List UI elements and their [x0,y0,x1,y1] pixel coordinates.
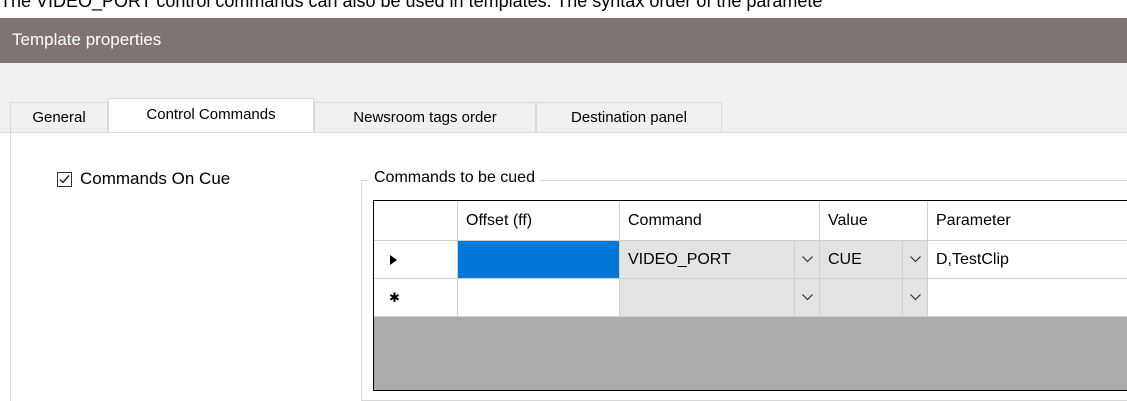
row-pointer-icon [390,255,397,265]
column-header-command[interactable]: Command [620,201,820,241]
commands-grid: Offset (ff) Command Value Parameter VIDE… [373,200,1127,391]
commands-group-title: Commands to be cued [369,169,540,187]
cell-offset-row1[interactable] [458,241,620,279]
cell-offset-row2[interactable] [458,279,620,317]
tab-general[interactable]: General [10,102,108,132]
panel-border [10,132,11,401]
tab-newsroom-tags-order[interactable]: Newsroom tags order [314,102,536,132]
column-header-command-label: Command [628,212,702,229]
column-header-parameter[interactable]: Parameter [928,201,1127,241]
column-header-offset-label: Offset (ff) [466,212,533,229]
row-header-current[interactable] [374,241,458,279]
tab-control-commands[interactable]: Control Commands [108,98,314,132]
commands-on-cue-label: Commands On Cue [80,169,231,188]
cell-command-row1[interactable]: VIDEO_PORT [620,241,820,279]
chevron-down-icon [802,256,813,263]
tab-newsroom-tags-order-label: Newsroom tags order [353,109,497,126]
value-dropdown-button-row1[interactable] [902,241,927,278]
tab-control-commands-label: Control Commands [146,106,276,123]
column-header-value-label: Value [828,212,868,229]
cell-command-row2[interactable] [620,279,820,317]
tab-destination-panel-label: Destination panel [571,109,687,126]
cell-value-row1-text: CUE [828,251,862,268]
row-header-new[interactable]: ✱ [374,279,458,317]
cell-parameter-row2[interactable] [928,279,1127,317]
cell-parameter-row1-text: D,TestClip [936,251,1009,268]
window-title: Template properties [12,30,162,49]
tab-general-label: General [32,109,86,126]
checkmark-icon [59,175,70,184]
asterisk-icon: ✱ [389,290,400,305]
cell-command-row1-text: VIDEO_PORT [628,251,731,268]
cell-parameter-row1[interactable]: D,TestClip [928,241,1127,279]
grid-corner-header [374,201,458,241]
tab-destination-panel[interactable]: Destination panel [536,102,722,132]
command-dropdown-button-row1[interactable] [794,241,819,278]
column-header-parameter-label: Parameter [936,212,1011,229]
value-dropdown-button-row2[interactable] [902,279,927,316]
cell-value-row2[interactable] [820,279,928,317]
column-header-value[interactable]: Value [820,201,928,241]
commands-on-cue-checkbox[interactable] [57,172,72,187]
chevron-down-icon [910,294,921,301]
document-text: The VIDEO_PORT control commands can also… [0,0,823,11]
chevron-down-icon [910,256,921,263]
window-titlebar: Template properties [0,18,1127,63]
column-header-offset[interactable]: Offset (ff) [458,201,620,241]
command-dropdown-button-row2[interactable] [794,279,819,316]
cell-value-row1[interactable]: CUE [820,241,928,279]
document-text-strip: The VIDEO_PORT control commands can also… [0,0,1127,18]
chevron-down-icon [802,294,813,301]
